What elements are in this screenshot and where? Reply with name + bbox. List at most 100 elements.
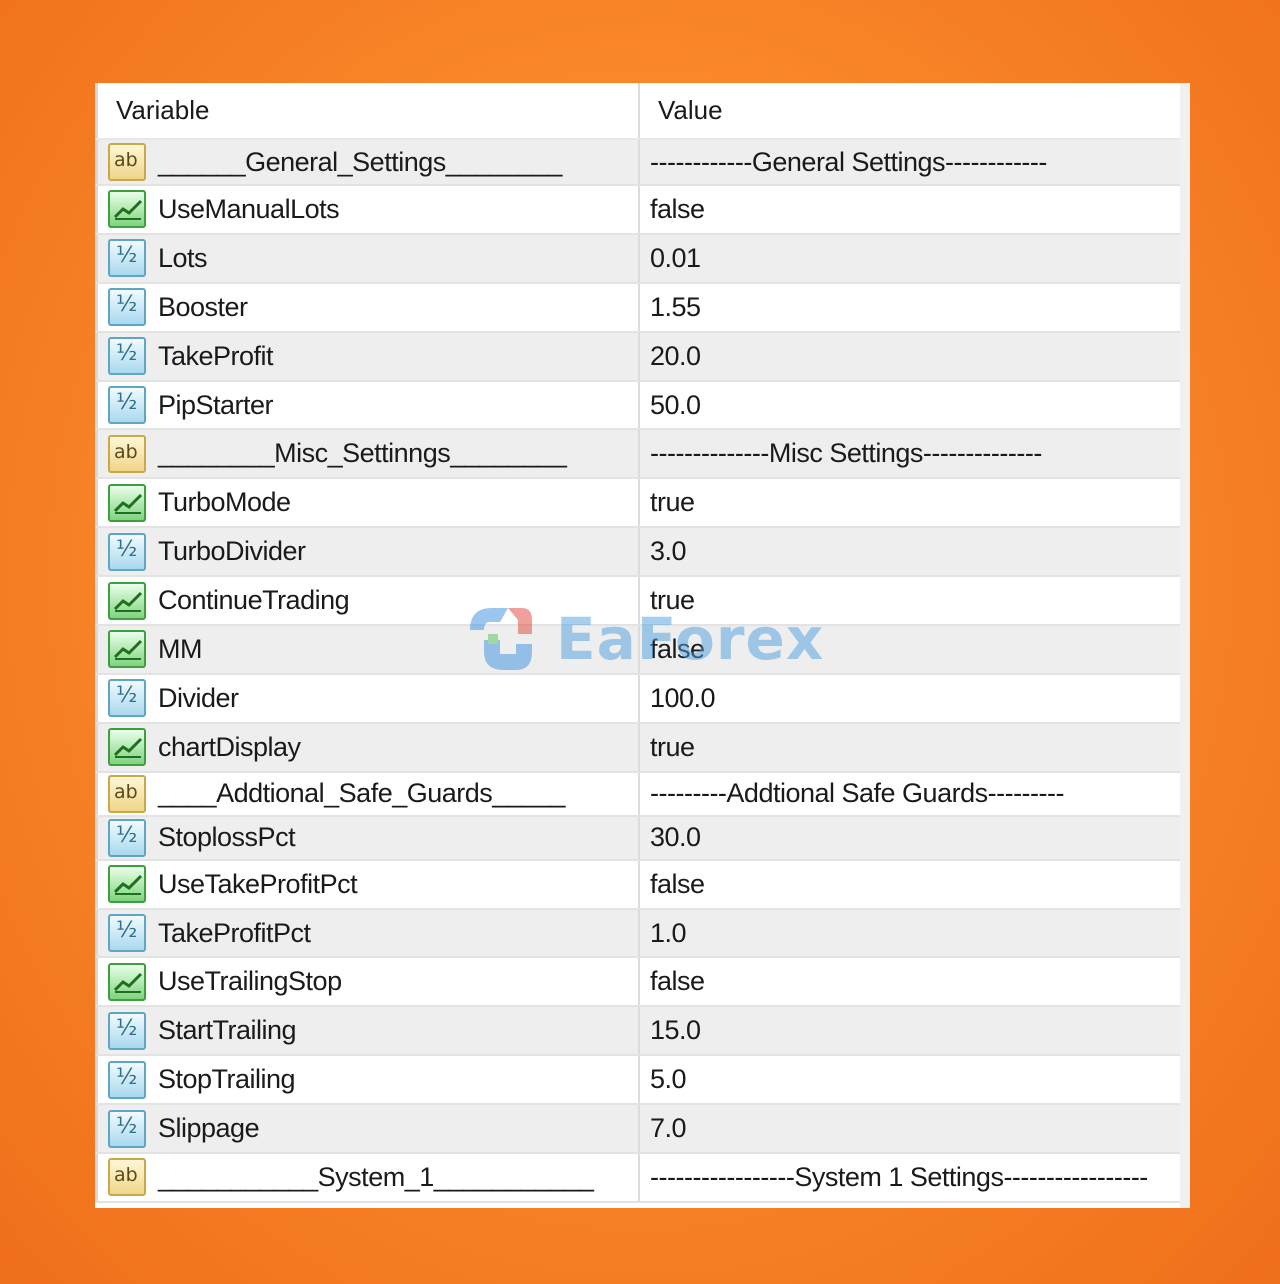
variable-name: TurboMode: [158, 487, 291, 518]
variable-cell[interactable]: StoplossPct: [95, 816, 640, 859]
table-header: Variable Value: [95, 83, 1180, 140]
value-cell[interactable]: 15.0: [640, 1007, 1180, 1054]
variable-name: StartTrailing: [158, 1015, 297, 1046]
variable-cell[interactable]: ________Misc_Settinngs________: [95, 430, 640, 478]
boolean-icon: [108, 483, 146, 522]
variable-cell[interactable]: TurboDivider: [95, 528, 640, 576]
variable-cell[interactable]: chartDisplay: [95, 723, 640, 771]
variable-name: Slippage: [158, 1113, 260, 1144]
table-row[interactable]: UseTakeProfitPct false: [95, 860, 1180, 910]
value-cell[interactable]: ------------General Settings------------: [640, 140, 1180, 184]
column-header-variable[interactable]: Variable: [95, 83, 640, 138]
value-cell[interactable]: 100.0: [640, 675, 1180, 722]
table-row[interactable]: ContinueTrading true: [95, 577, 1180, 627]
table-row[interactable]: MM false: [95, 626, 1180, 675]
value-cell[interactable]: 7.0: [640, 1105, 1180, 1152]
variable-cell[interactable]: StopTrailing: [95, 1056, 640, 1104]
variable-value: 3.0: [650, 536, 687, 567]
table-row[interactable]: StoplossPct 30.0: [95, 816, 1180, 861]
variable-value: true: [650, 585, 695, 616]
value-cell[interactable]: true: [640, 479, 1180, 526]
value-cell[interactable]: ---------Addtional Safe Guards---------: [640, 773, 1180, 815]
table-row[interactable]: TakeProfitPct 1.0: [95, 909, 1180, 959]
string-ab-icon: [108, 1158, 146, 1197]
variable-cell[interactable]: TakeProfit: [95, 332, 640, 380]
table-row[interactable]: TurboDivider 3.0: [95, 528, 1180, 578]
value-cell[interactable]: 3.0: [640, 528, 1180, 575]
value-cell[interactable]: 1.0: [640, 910, 1180, 957]
parameters-table: Variable Value ______General_Settings___…: [95, 83, 1180, 1203]
variable-cell[interactable]: UseTakeProfitPct: [95, 860, 640, 908]
value-cell[interactable]: 0.01: [640, 235, 1180, 282]
variable-name: StopTrailing: [158, 1064, 296, 1095]
table-row[interactable]: StopTrailing 5.0: [95, 1056, 1180, 1106]
variable-cell[interactable]: ____Addtional_Safe_Guards_____: [95, 772, 640, 815]
variable-cell[interactable]: Lots: [95, 234, 640, 282]
value-cell[interactable]: 30.0: [640, 817, 1180, 859]
variable-cell[interactable]: ______General_Settings________: [95, 140, 640, 184]
variable-name: ________Misc_Settinngs________: [158, 438, 567, 469]
value-cell[interactable]: false: [640, 626, 1180, 673]
variable-name: chartDisplay: [158, 731, 301, 762]
variable-name: ____Addtional_Safe_Guards_____: [158, 778, 565, 809]
table-row[interactable]: TakeProfit 20.0: [95, 332, 1180, 382]
number-icon: [108, 386, 146, 424]
table-row[interactable]: Booster 1.55: [95, 283, 1180, 333]
variable-cell[interactable]: PipStarter: [95, 381, 640, 429]
table-row[interactable]: Lots 0.01: [95, 234, 1180, 284]
variable-cell[interactable]: UseTrailingStop: [95, 958, 640, 1006]
number-icon: [108, 288, 146, 327]
value-cell[interactable]: 50.0: [640, 382, 1180, 429]
value-cell[interactable]: true: [640, 724, 1180, 771]
column-header-value[interactable]: Value: [640, 83, 1180, 138]
variable-name: ______General_Settings________: [158, 146, 562, 177]
variable-value: 50.0: [650, 389, 701, 420]
variable-name: PipStarter: [158, 389, 274, 420]
table-row[interactable]: ___________System_1___________ ----------…: [95, 1154, 1180, 1203]
boolean-icon: [108, 190, 146, 229]
variable-cell[interactable]: TakeProfitPct: [95, 909, 640, 957]
table-row[interactable]: TurboMode true: [95, 479, 1180, 529]
value-cell[interactable]: true: [640, 577, 1180, 624]
table-row[interactable]: UseManualLots false: [95, 186, 1180, 235]
table-row[interactable]: ________Misc_Settinngs________ ----------…: [95, 430, 1180, 480]
table-row[interactable]: ____Addtional_Safe_Guards_____ ---------A…: [95, 772, 1180, 817]
value-cell[interactable]: false: [640, 186, 1180, 233]
table-row[interactable]: UseTrailingStop false: [95, 958, 1180, 1008]
value-cell[interactable]: false: [640, 861, 1180, 908]
variable-value: ---------Addtional Safe Guards---------: [650, 778, 1065, 809]
variable-value: false: [650, 633, 705, 664]
variable-cell[interactable]: Booster: [95, 283, 640, 331]
table-row[interactable]: Divider 100.0: [95, 674, 1180, 724]
value-cell[interactable]: -----------------System 1 Settings------…: [640, 1154, 1180, 1201]
table-row[interactable]: StartTrailing 15.0: [95, 1007, 1180, 1057]
value-cell[interactable]: 5.0: [640, 1056, 1180, 1103]
variable-value: true: [650, 487, 695, 518]
variable-cell[interactable]: Slippage: [95, 1105, 640, 1153]
value-cell[interactable]: false: [640, 958, 1180, 1005]
variable-value: 0.01: [650, 242, 701, 273]
string-ab-icon: [108, 774, 146, 813]
table-row[interactable]: Slippage 7.0: [95, 1105, 1180, 1155]
table-row[interactable]: ______General_Settings________ ----------…: [95, 140, 1180, 186]
value-cell[interactable]: 20.0: [640, 333, 1180, 380]
variable-cell[interactable]: StartTrailing: [95, 1007, 640, 1055]
variable-value: 1.0: [650, 917, 687, 948]
variable-cell[interactable]: ContinueTrading: [95, 577, 640, 625]
variable-cell[interactable]: Divider: [95, 674, 640, 722]
variable-cell[interactable]: TurboMode: [95, 479, 640, 527]
table-row[interactable]: chartDisplay true: [95, 723, 1180, 773]
variable-value: 100.0: [650, 682, 716, 713]
variable-value: 15.0: [650, 1015, 701, 1046]
variable-cell[interactable]: ___________System_1___________: [95, 1154, 640, 1201]
string-ab-icon: [108, 434, 146, 473]
column-header-variable-label: Variable: [116, 95, 210, 125]
value-cell[interactable]: 1.55: [640, 284, 1180, 331]
variable-name: UseTakeProfitPct: [158, 868, 358, 899]
value-cell[interactable]: --------------Misc Settings-------------…: [640, 430, 1180, 477]
variable-cell[interactable]: UseManualLots: [95, 186, 640, 233]
number-icon: [108, 239, 146, 278]
number-icon: [108, 1060, 146, 1099]
variable-cell[interactable]: MM: [95, 626, 640, 673]
table-row[interactable]: PipStarter 50.0: [95, 381, 1180, 431]
